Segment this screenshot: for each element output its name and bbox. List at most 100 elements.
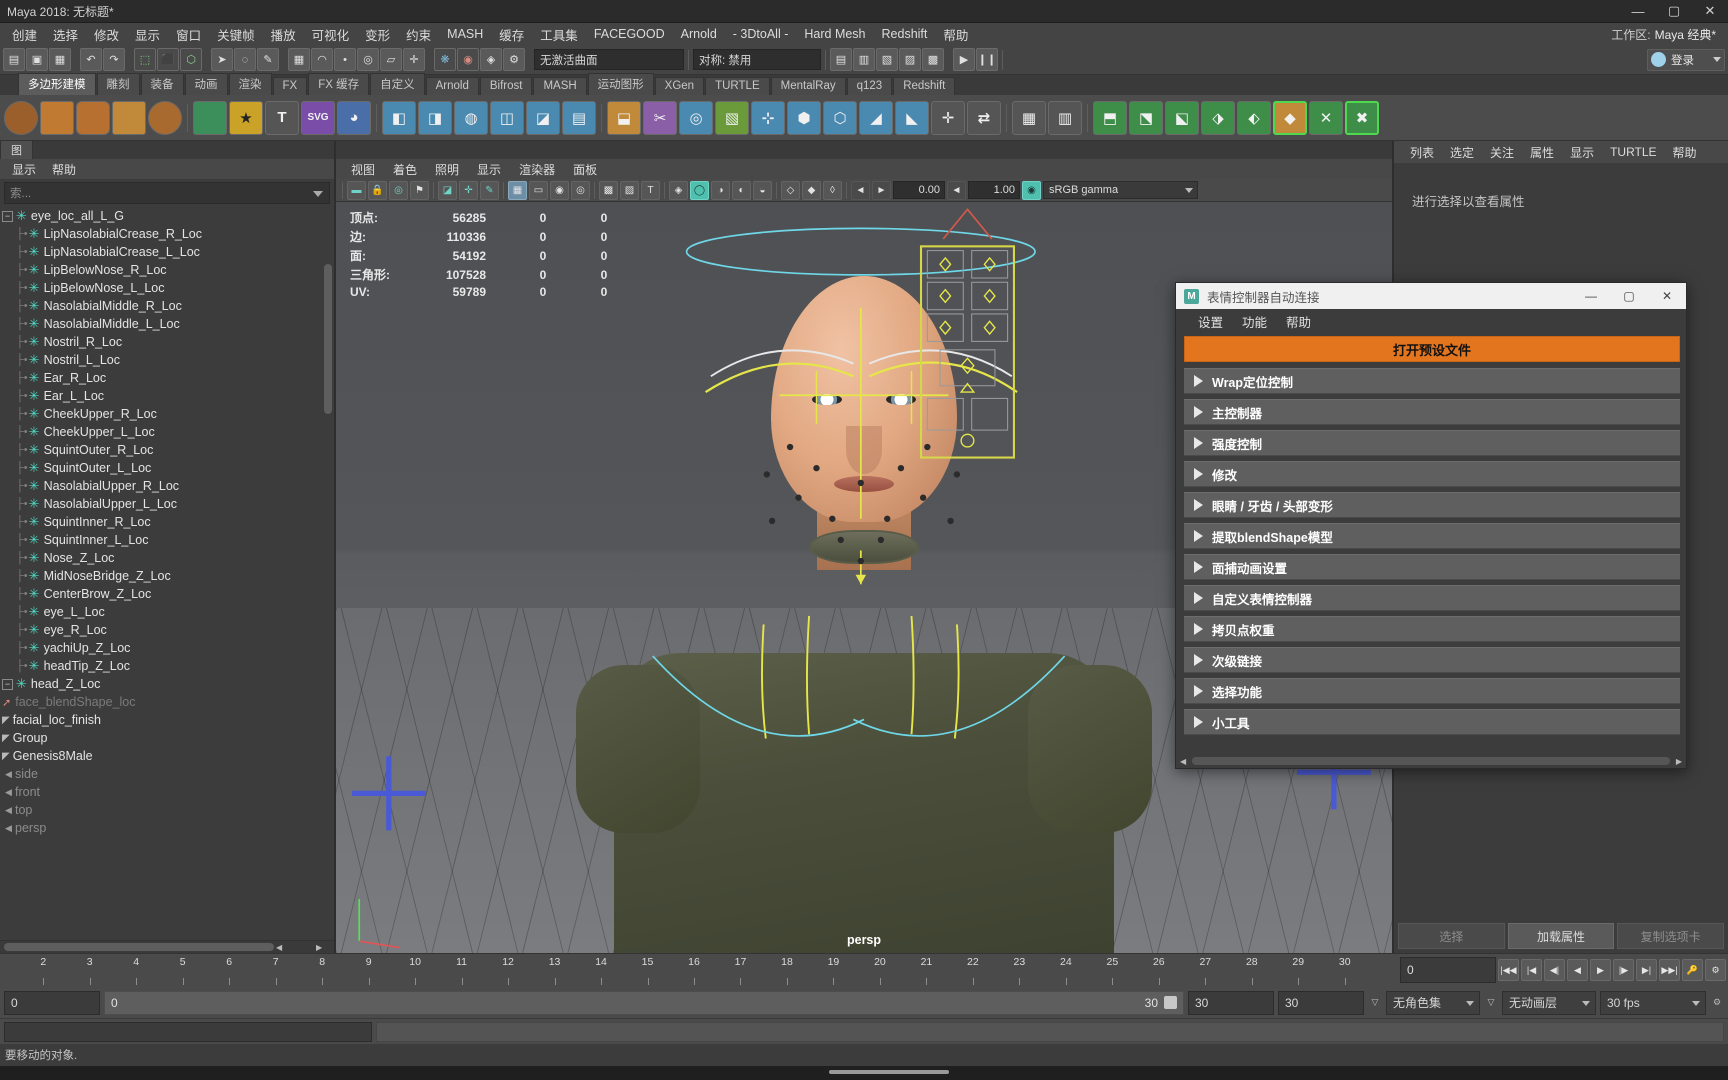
- play-backwards-icon[interactable]: ◀: [1567, 959, 1588, 981]
- menu-item-visualize[interactable]: 可视化: [304, 23, 358, 46]
- menu-item-help[interactable]: 帮助: [935, 23, 976, 46]
- time-slider-track[interactable]: 2 3 4 5 6 7 8 9 10 11 12 13 14 15 16 17 18 19 20 21 22 23 24 25…: [20, 954, 1368, 987]
- vertex-normal-icon[interactable]: ✕: [1309, 100, 1343, 135]
- shelf-tab-12[interactable]: XGen: [654, 77, 705, 95]
- menu-item-deform[interactable]: 变形: [357, 23, 398, 46]
- outliner-row[interactable]: ├• ✳ SquintOuter_L_Loc: [0, 459, 334, 477]
- extrude-icon[interactable]: ⬓: [607, 100, 641, 135]
- dialog-accordion-section[interactable]: 眼睛 / 牙齿 / 头部变形: [1184, 492, 1680, 518]
- outliner-tree[interactable]: − ✳ eye_loc_all_L_G ├• ✳ LipNasolabialCrease_…: [0, 206, 334, 940]
- viewport-menu-panels[interactable]: 面板: [564, 160, 606, 179]
- dialog-menu-settings[interactable]: 设置: [1190, 311, 1231, 332]
- bookmark-icon[interactable]: ⚑: [410, 180, 429, 200]
- xray-joints-icon[interactable]: ◆: [802, 180, 821, 200]
- dialog-accordion-section[interactable]: 次级链接: [1184, 647, 1680, 673]
- smooth-shade-icon[interactable]: ▭: [529, 180, 548, 200]
- polygon-cone-icon[interactable]: [112, 100, 146, 135]
- shelf-tab-0[interactable]: 多边形建模: [18, 73, 96, 95]
- sign-in-button[interactable]: 登录: [1647, 48, 1725, 71]
- redo-icon[interactable]: ↷: [103, 48, 125, 71]
- svg-text-icon[interactable]: ★: [229, 100, 263, 135]
- connect-icon[interactable]: ⊹: [751, 100, 785, 135]
- shelf-tab-1[interactable]: 雕刻: [96, 73, 140, 95]
- outliner-row[interactable]: ├• ✳ eye_R_Loc: [0, 621, 334, 639]
- show-hide-tool-icon[interactable]: ▧: [876, 48, 898, 71]
- step-back-frame-icon[interactable]: ◀|: [1544, 959, 1565, 981]
- outliner-row[interactable]: ◤ facial_loc_finish: [0, 711, 334, 729]
- undo-icon[interactable]: ↶: [80, 48, 102, 71]
- go-to-end-icon[interactable]: ▶▶|: [1659, 959, 1680, 981]
- dialog-scroll-left-icon[interactable]: ◀: [1180, 757, 1186, 766]
- polygon-sphere-icon[interactable]: [4, 100, 38, 135]
- dialog-accordion-section[interactable]: 主控制器: [1184, 399, 1680, 425]
- outliner-row[interactable]: ◤ Genesis8Male: [0, 747, 334, 765]
- dialog-accordion-section[interactable]: 提取blendShape模型: [1184, 523, 1680, 549]
- exposure-field[interactable]: 0.00: [893, 181, 945, 199]
- lasso-tool-icon[interactable]: ◌: [234, 48, 256, 71]
- shelf-tab-7[interactable]: 自定义: [370, 73, 425, 95]
- type-tool-icon[interactable]: T: [265, 100, 299, 135]
- select-mode-component-icon[interactable]: ⬡: [180, 48, 202, 71]
- append-polygon-icon[interactable]: ⬡: [823, 100, 857, 135]
- menu-item-select[interactable]: 选择: [45, 23, 86, 46]
- reverse-normals-icon[interactable]: ⬗: [1201, 100, 1235, 135]
- outliner-row[interactable]: ├• ✳ headTip_Z_Loc: [0, 657, 334, 675]
- outliner-row[interactable]: ├• ✳ NasolabialMiddle_L_Loc: [0, 315, 334, 333]
- character-set-select[interactable]: 无角色集: [1386, 990, 1480, 1015]
- menu-item-hardmesh[interactable]: Hard Mesh: [796, 25, 873, 43]
- menu-item-keyframe[interactable]: 关键帧: [209, 23, 263, 46]
- select-mode-object-icon[interactable]: ⬛: [157, 48, 179, 71]
- dialog-accordion-section[interactable]: 修改: [1184, 461, 1680, 487]
- conform-icon[interactable]: ⬖: [1237, 100, 1271, 135]
- average-normals-icon[interactable]: ◆: [1273, 100, 1307, 135]
- snap-surface-field[interactable]: 无激活曲面: [534, 49, 684, 70]
- lock-camera-icon[interactable]: 🔒: [368, 180, 387, 200]
- anim-layer-caret-icon[interactable]: ▽: [1484, 997, 1498, 1008]
- outliner-row[interactable]: ├• ✳ Nose_Z_Loc: [0, 549, 334, 567]
- start-time-field[interactable]: 0: [4, 990, 100, 1015]
- dialog-minimize-button[interactable]: —: [1572, 283, 1610, 309]
- outliner-row[interactable]: ├• ✳ Nostril_R_Loc: [0, 333, 334, 351]
- open-preset-file-button[interactable]: 打开预设文件: [1184, 336, 1680, 362]
- snap-together-icon[interactable]: ✛: [931, 100, 965, 135]
- show-text-icon[interactable]: T: [641, 180, 660, 200]
- outliner-row[interactable]: ├• ✳ LipBelowNose_R_Loc: [0, 261, 334, 279]
- shelf-tab-15[interactable]: q123: [846, 77, 893, 95]
- load-attributes-button[interactable]: 加载属性: [1507, 923, 1615, 949]
- wedge-icon[interactable]: ◣: [895, 100, 929, 135]
- outliner-row[interactable]: ├• ✳ NasolabialMiddle_R_Loc: [0, 297, 334, 315]
- collapse-box-icon[interactable]: −: [2, 678, 13, 690]
- current-frame-field[interactable]: 0: [1400, 957, 1496, 983]
- menu-item-toolkit[interactable]: 工具集: [532, 23, 586, 46]
- shade-flat-icon[interactable]: ◉: [550, 180, 569, 200]
- xray-active-icon[interactable]: ◊: [823, 180, 842, 200]
- maximize-button[interactable]: ▢: [1656, 0, 1692, 23]
- outliner-row[interactable]: ➚ face_blendShape_loc: [0, 693, 334, 711]
- menu-item-arnold[interactable]: Arnold: [673, 25, 725, 43]
- step-forward-frame-icon[interactable]: |▶: [1613, 959, 1634, 981]
- smooth-icon[interactable]: ◍: [454, 100, 488, 135]
- ae-menu-turtle[interactable]: TURTLE: [1602, 144, 1664, 160]
- ae-menu-focus[interactable]: 关注: [1482, 143, 1522, 162]
- polygon-torus-icon[interactable]: [148, 100, 182, 135]
- multisample-icon[interactable]: ◐: [732, 180, 751, 200]
- dialog-menu-functions[interactable]: 功能: [1234, 311, 1275, 332]
- shelf-tab-5[interactable]: FX: [272, 77, 308, 95]
- viewport-menu-view[interactable]: 视图: [342, 160, 384, 179]
- viewport-menu-show[interactable]: 显示: [468, 160, 510, 179]
- exposure-up-icon[interactable]: ►: [872, 180, 891, 200]
- uv-editor-icon[interactable]: ▦: [1012, 100, 1046, 135]
- menu-item-create[interactable]: 创建: [4, 23, 45, 46]
- outliner-row[interactable]: ├• ✳ Nostril_L_Loc: [0, 351, 334, 369]
- shelf-tab-6[interactable]: FX 缓存: [308, 73, 370, 95]
- expand-arrow-icon[interactable]: ◀: [2, 787, 15, 798]
- target-weld-icon[interactable]: ◎: [679, 100, 713, 135]
- outliner-row[interactable]: ◀ persp: [0, 819, 334, 837]
- bridge-icon[interactable]: ▤: [562, 100, 596, 135]
- transfer-attributes-icon[interactable]: ⇄: [967, 100, 1001, 135]
- soften-edge-icon[interactable]: ⬔: [1129, 100, 1163, 135]
- snap-pivot-icon[interactable]: ✛: [403, 48, 425, 71]
- outliner-menu-help[interactable]: 帮助: [44, 160, 84, 179]
- menu-item-3dtoall[interactable]: - 3DtoAll -: [725, 25, 797, 43]
- open-scene-icon[interactable]: ▣: [26, 48, 48, 71]
